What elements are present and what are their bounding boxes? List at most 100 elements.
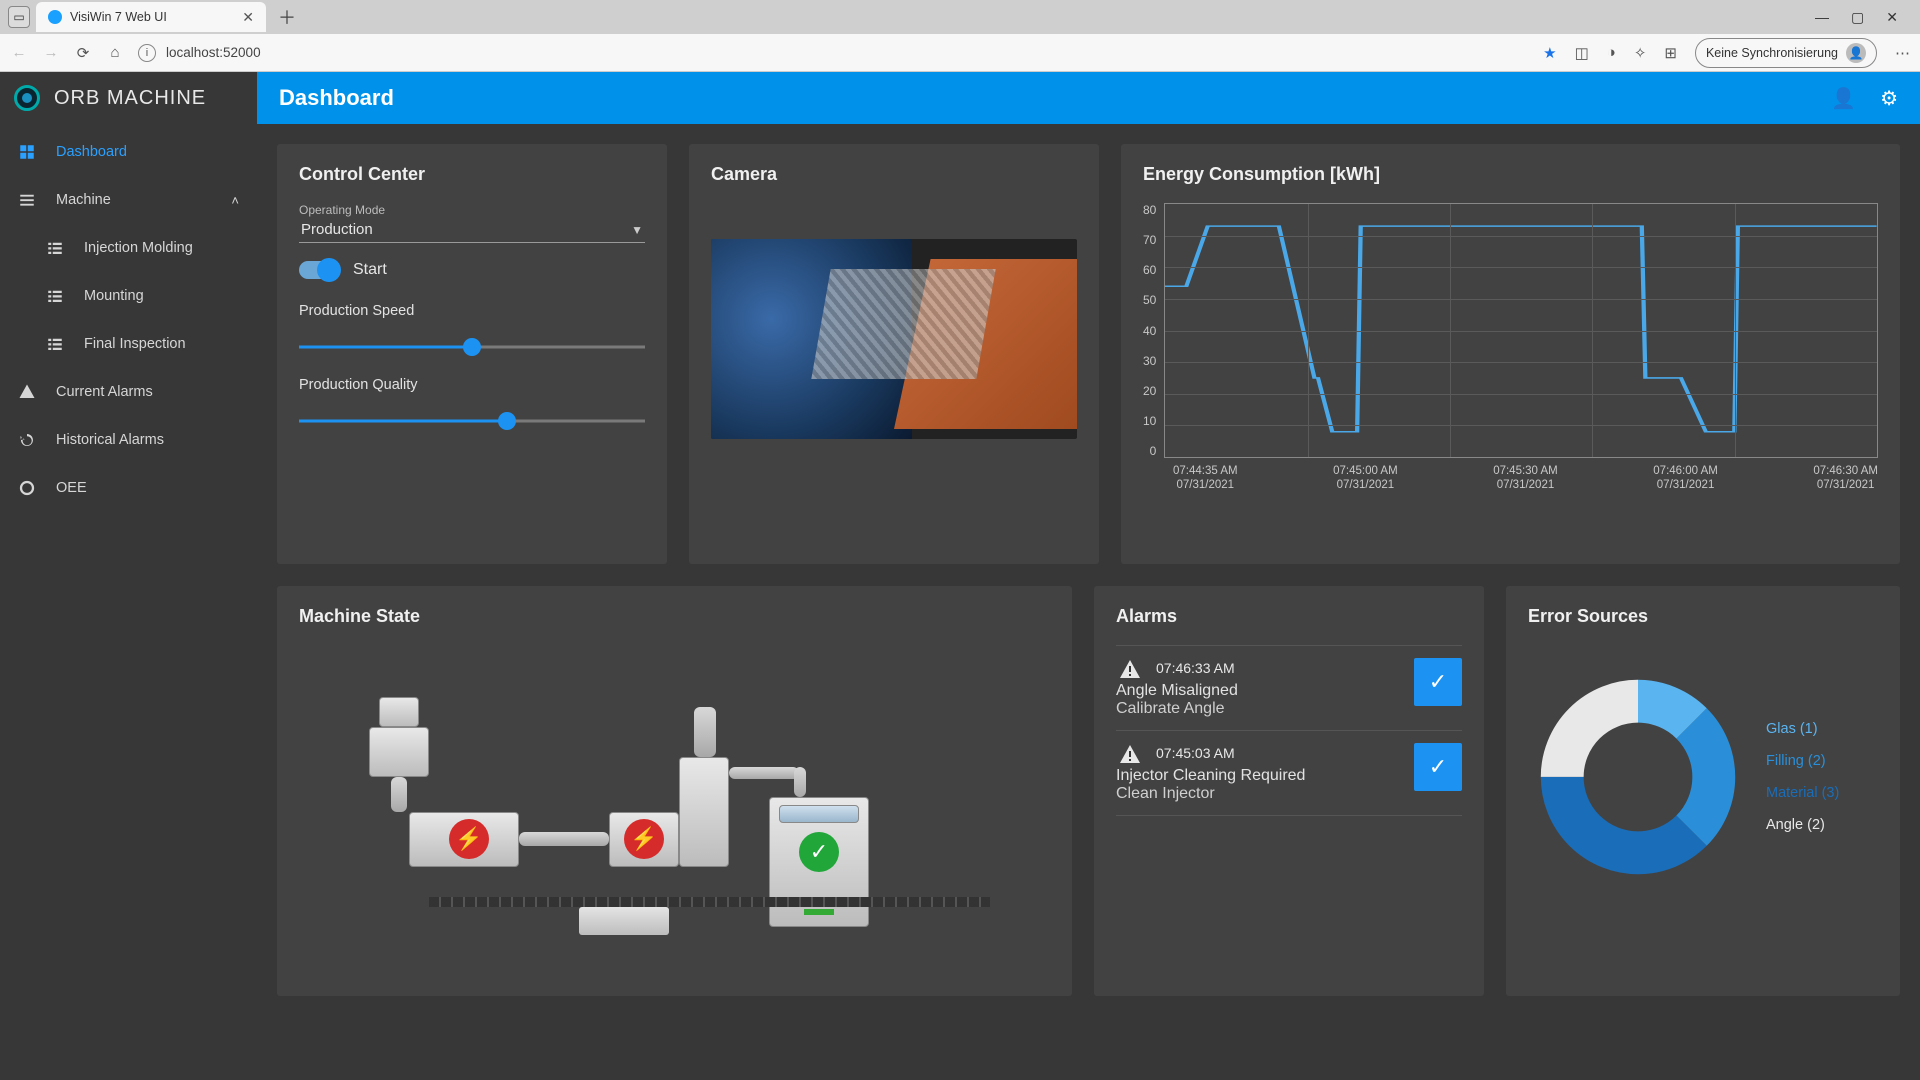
alarm-acknowledge-button[interactable]: ✓	[1414, 658, 1462, 706]
sidebar-item-dashboard[interactable]: Dashboard	[0, 128, 257, 176]
card-error-sources: Error Sources Glas (1)Filling (2)Materia…	[1506, 586, 1900, 996]
machine-diagram: ⚡ ⚡ ✓	[299, 647, 1050, 967]
brand-text: ORB MACHINE	[54, 87, 206, 110]
card-energy-consumption: Energy Consumption [kWh] 80 70 60 50 40 …	[1121, 144, 1900, 564]
sync-label: Keine Synchronisierung	[1706, 46, 1838, 60]
y-tick: 80	[1143, 203, 1156, 217]
error-sources-donut	[1538, 677, 1738, 877]
warning-icon	[18, 383, 38, 401]
list-icon	[46, 287, 66, 305]
brand-logo-icon	[14, 85, 40, 111]
favicon-icon	[48, 10, 62, 24]
sidebar-item-mounting[interactable]: Mounting	[0, 272, 257, 320]
list-icon	[46, 239, 66, 257]
url-field[interactable]: i localhost:52000	[138, 44, 1529, 62]
sidebar-item-machine[interactable]: Machine ˄	[0, 176, 257, 224]
browser-tab[interactable]: VisiWin 7 Web UI ✕	[36, 2, 266, 32]
warning-icon	[1116, 743, 1144, 767]
url-text: localhost:52000	[166, 45, 261, 60]
browser-tabstrip: ▭ VisiWin 7 Web UI ✕ ＋ — ▢ ✕	[0, 0, 1920, 34]
card-title: Energy Consumption [kWh]	[1143, 164, 1878, 185]
tab-overview-button[interactable]: ▭	[8, 6, 30, 28]
x-tick-time: 07:45:00 AM	[1333, 465, 1398, 477]
alarm-title: Angle Misaligned	[1116, 682, 1400, 700]
card-alarms: Alarms 07:46:33 AM Angle MisalignedCalibr…	[1094, 586, 1484, 996]
nav-home-icon[interactable]: ⌂	[106, 44, 124, 61]
sidebar-item-label: Current Alarms	[56, 384, 153, 400]
browser-chrome: ▭ VisiWin 7 Web UI ✕ ＋ — ▢ ✕ ← → ⟳ ⌂ i l…	[0, 0, 1920, 72]
topbar: Dashboard 👤 ⚙	[257, 72, 1920, 124]
sync-profile-button[interactable]: Keine Synchronisierung 👤	[1695, 38, 1877, 68]
nav-refresh-icon[interactable]: ⟳	[74, 44, 92, 62]
alarm-row: 07:45:03 AMInjector Cleaning RequiredCle…	[1116, 731, 1462, 816]
favorites-bar-icon[interactable]: ✧	[1634, 44, 1647, 62]
card-title: Alarms	[1116, 606, 1462, 627]
card-title: Camera	[711, 164, 1077, 185]
legend-item: Angle (2)	[1766, 817, 1839, 833]
sidebar-item-oee[interactable]: OEE	[0, 464, 257, 512]
extension-icon[interactable]: ◫	[1575, 44, 1589, 62]
sidebar: ORB MACHINE Dashboard Machine ˄ Injectio…	[0, 72, 257, 1080]
site-info-icon[interactable]: i	[138, 44, 156, 62]
card-camera: Camera	[689, 144, 1099, 564]
window-close-icon[interactable]: ✕	[1886, 9, 1898, 26]
sidebar-item-final-inspection[interactable]: Final Inspection	[0, 320, 257, 368]
browser-address-bar: ← → ⟳ ⌂ i localhost:52000 ★ ◫ ◑ ✧ ⊞ Kein…	[0, 34, 1920, 72]
start-toggle[interactable]	[299, 261, 339, 279]
y-tick: 60	[1143, 263, 1156, 277]
user-icon[interactable]: 👤	[1831, 86, 1856, 111]
collections-icon[interactable]: ⊞	[1664, 44, 1677, 62]
card-control-center: Control Center Operating Mode Production…	[277, 144, 667, 564]
x-tick-date: 07/31/2021	[1817, 479, 1875, 491]
x-tick-time: 07:44:35 AM	[1173, 465, 1238, 477]
settings-gear-icon[interactable]: ⚙	[1880, 86, 1898, 111]
y-tick: 0	[1150, 444, 1157, 458]
sidebar-item-injection-molding[interactable]: Injection Molding	[0, 224, 257, 272]
alarm-row: 07:46:33 AM Angle MisalignedCalibrate Ang…	[1116, 645, 1462, 731]
x-tick-date: 07/31/2021	[1497, 479, 1555, 491]
close-tab-icon[interactable]: ✕	[242, 9, 254, 26]
tracking-icon[interactable]: ◑	[1607, 44, 1616, 61]
card-title: Control Center	[299, 164, 645, 185]
production-quality-slider[interactable]	[299, 409, 645, 433]
y-tick: 50	[1143, 293, 1156, 307]
legend-item: Material (3)	[1766, 785, 1839, 801]
alarm-time: 07:46:33 AM	[1156, 660, 1235, 676]
operating-mode-label: Operating Mode	[299, 203, 645, 217]
card-title: Machine State	[299, 606, 1050, 627]
sidebar-item-label: Machine	[56, 192, 111, 208]
history-icon	[18, 431, 38, 449]
alarm-acknowledge-button[interactable]: ✓	[1414, 743, 1462, 791]
legend-item: Filling (2)	[1766, 753, 1839, 769]
production-quality-label: Production Quality	[299, 377, 645, 393]
status-ok-icon: ✓	[799, 832, 839, 872]
sidebar-item-label: Injection Molding	[84, 240, 193, 256]
warning-icon	[1116, 658, 1144, 682]
alarm-subtitle: Calibrate Angle	[1116, 700, 1400, 718]
window-minimize-icon[interactable]: —	[1815, 9, 1829, 26]
production-speed-slider[interactable]	[299, 335, 645, 359]
sidebar-item-current-alarms[interactable]: Current Alarms	[0, 368, 257, 416]
sidebar-item-label: Mounting	[84, 288, 144, 304]
sidebar-item-label: OEE	[56, 480, 87, 496]
nav-back-icon[interactable]: ←	[10, 44, 28, 61]
nav-forward-icon[interactable]: →	[42, 44, 60, 61]
sidebar-item-label: Historical Alarms	[56, 432, 164, 448]
favorite-star-icon[interactable]: ★	[1543, 44, 1556, 62]
y-tick: 30	[1143, 354, 1156, 368]
profile-avatar-icon: 👤	[1846, 43, 1866, 63]
operating-mode-value: Production	[301, 221, 373, 238]
browser-menu-icon[interactable]: ⋯	[1895, 44, 1910, 62]
x-tick-date: 07/31/2021	[1657, 479, 1715, 491]
camera-feed-image	[711, 239, 1077, 439]
window-maximize-icon[interactable]: ▢	[1851, 9, 1864, 26]
new-tab-button[interactable]: ＋	[272, 4, 302, 30]
error-sources-legend: Glas (1)Filling (2)Material (3)Angle (2)	[1766, 721, 1839, 833]
circle-icon	[18, 479, 38, 497]
energy-chart-plot	[1164, 203, 1878, 458]
sidebar-item-historical-alarms[interactable]: Historical Alarms	[0, 416, 257, 464]
list-icon	[46, 335, 66, 353]
sidebar-item-label: Dashboard	[56, 144, 127, 160]
operating-mode-select[interactable]: Production ▼	[299, 217, 645, 243]
alarm-time: 07:45:03 AM	[1156, 745, 1235, 761]
